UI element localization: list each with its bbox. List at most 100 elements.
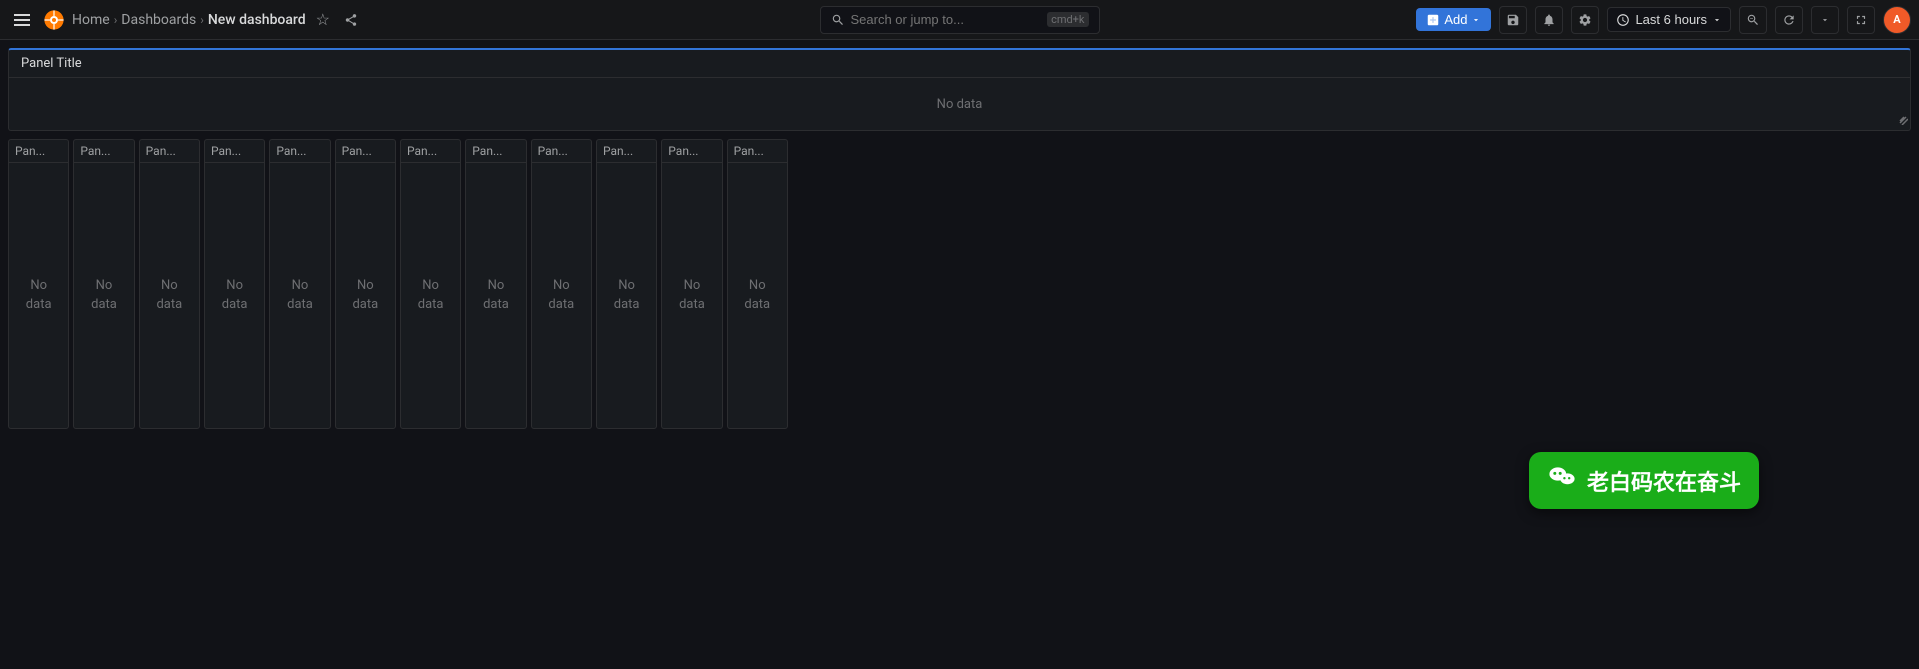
time-range-button[interactable]: Last 6 hours	[1607, 7, 1731, 32]
panel-small-header-2: Pan...	[140, 140, 199, 163]
grafana-icon	[44, 10, 64, 30]
panel-small-body-1: Nodata	[74, 163, 133, 428]
topbar-right: Add Last 6 hour	[1416, 6, 1911, 34]
main-content: Panel Title No data Pan... Nodata Pan...…	[0, 40, 1919, 437]
time-chevron-icon	[1712, 15, 1722, 25]
panel-small-header-10: Pan...	[662, 140, 721, 163]
share-button[interactable]	[340, 9, 362, 31]
wechat-label: 老白码农在奋斗	[1587, 465, 1741, 497]
panel-small-body-6: Nodata	[401, 163, 460, 428]
panel-small-11: Pan... Nodata	[727, 139, 788, 429]
panel-small-body-10: Nodata	[662, 163, 721, 428]
zoom-out-button[interactable]	[1739, 6, 1767, 34]
panel-small-9: Pan... Nodata	[596, 139, 657, 429]
alerts-icon	[1542, 13, 1556, 27]
time-range-label: Last 6 hours	[1635, 12, 1707, 27]
panel-small-header-11: Pan...	[728, 140, 787, 163]
wechat-badge: 老白码农在奋斗	[1529, 452, 1759, 509]
panel-small-4: Pan... Nodata	[269, 139, 330, 429]
settings-icon	[1578, 13, 1592, 27]
search-input[interactable]	[851, 12, 1042, 27]
add-chevron-icon	[1471, 15, 1481, 25]
panel-small-5: Pan... Nodata	[335, 139, 396, 429]
panel-small-body-5: Nodata	[336, 163, 395, 428]
fullscreen-button[interactable]	[1847, 6, 1875, 34]
dashboards-link[interactable]: Dashboards	[121, 12, 196, 28]
topbar-left: Home › Dashboards › New dashboard ☆	[8, 6, 362, 34]
refresh-interval-icon	[1820, 15, 1830, 25]
clock-icon	[1616, 13, 1630, 27]
panel-small-header-0: Pan...	[9, 140, 68, 163]
panel-small-body-9: Nodata	[597, 163, 656, 428]
panel-resize-handle[interactable]	[1898, 115, 1908, 128]
panel-title: Panel Title	[21, 56, 82, 71]
panel-small-body-3: Nodata	[205, 163, 264, 428]
panel-small-nodata-7: Nodata	[483, 277, 509, 313]
panel-small-nodata-11: Nodata	[744, 277, 770, 313]
save-button[interactable]	[1499, 6, 1527, 34]
home-link[interactable]: Home	[72, 12, 110, 28]
panel-small-nodata-8: Nodata	[548, 277, 574, 313]
zoom-out-icon	[1746, 13, 1760, 27]
search-container: cmd+k	[820, 6, 1100, 34]
add-button[interactable]: Add	[1416, 8, 1491, 31]
page-title: New dashboard	[208, 12, 306, 28]
panel-small-header-7: Pan...	[466, 140, 525, 163]
panel-small-nodata-10: Nodata	[679, 277, 705, 313]
add-label: Add	[1444, 12, 1467, 27]
user-avatar[interactable]: A	[1883, 6, 1911, 34]
panel-small-nodata-5: Nodata	[352, 277, 378, 313]
resize-icon	[1898, 115, 1908, 125]
fullscreen-icon	[1854, 13, 1868, 27]
breadcrumb: Home › Dashboards › New dashboard	[72, 12, 306, 28]
panels-grid: Pan... Nodata Pan... Nodata Pan... Nodat…	[8, 139, 1911, 429]
panel-small-nodata-0: Nodata	[26, 277, 52, 313]
panel-small-nodata-2: Nodata	[156, 277, 182, 313]
avatar-initials: A	[1893, 13, 1900, 26]
refresh-icon	[1782, 13, 1796, 27]
panel-small-header-6: Pan...	[401, 140, 460, 163]
panel-small-body-7: Nodata	[466, 163, 525, 428]
panel-small-header-9: Pan...	[597, 140, 656, 163]
panel-small-nodata-6: Nodata	[418, 277, 444, 313]
panel-small-body-4: Nodata	[270, 163, 329, 428]
refresh-interval-button[interactable]	[1811, 6, 1839, 34]
panel-small-3: Pan... Nodata	[204, 139, 265, 429]
panel-small-nodata-1: Nodata	[91, 277, 117, 313]
panel-small-1: Pan... Nodata	[73, 139, 134, 429]
panel-small-header-1: Pan...	[74, 140, 133, 163]
wechat-icon	[1547, 462, 1577, 499]
add-icon	[1426, 13, 1440, 27]
grafana-logo	[42, 8, 66, 32]
settings-button[interactable]	[1571, 6, 1599, 34]
panel-small-6: Pan... Nodata	[400, 139, 461, 429]
panel-small-nodata-9: Nodata	[614, 277, 640, 313]
star-button[interactable]: ☆	[312, 6, 334, 34]
menu-toggle-button[interactable]	[8, 10, 36, 30]
breadcrumb-sep-1: ›	[114, 13, 118, 27]
refresh-button[interactable]	[1775, 6, 1803, 34]
search-icon	[831, 13, 845, 27]
panel-small-body-8: Nodata	[532, 163, 591, 428]
panel-small-10: Pan... Nodata	[661, 139, 722, 429]
panel-small-0: Pan... Nodata	[8, 139, 69, 429]
panel-small-body-2: Nodata	[140, 163, 199, 428]
panel-small-nodata-4: Nodata	[287, 277, 313, 313]
panel-small-header-3: Pan...	[205, 140, 264, 163]
share-icon	[344, 13, 358, 27]
panel-large-header: Panel Title	[9, 50, 1910, 78]
breadcrumb-sep-2: ›	[200, 13, 204, 27]
panel-no-data: No data	[937, 97, 983, 112]
panel-large: Panel Title No data	[8, 48, 1911, 131]
panel-small-7: Pan... Nodata	[465, 139, 526, 429]
wechat-logo-icon	[1547, 462, 1577, 492]
save-icon	[1506, 13, 1520, 27]
topbar: Home › Dashboards › New dashboard ☆ cmd+…	[0, 0, 1919, 40]
panel-large-body: No data	[9, 78, 1910, 130]
alerts-button[interactable]	[1535, 6, 1563, 34]
panel-small-2: Pan... Nodata	[139, 139, 200, 429]
panel-small-nodata-3: Nodata	[222, 277, 248, 313]
panel-small-header-8: Pan...	[532, 140, 591, 163]
search-shortcut: cmd+k	[1047, 12, 1088, 27]
panel-small-body-11: Nodata	[728, 163, 787, 428]
